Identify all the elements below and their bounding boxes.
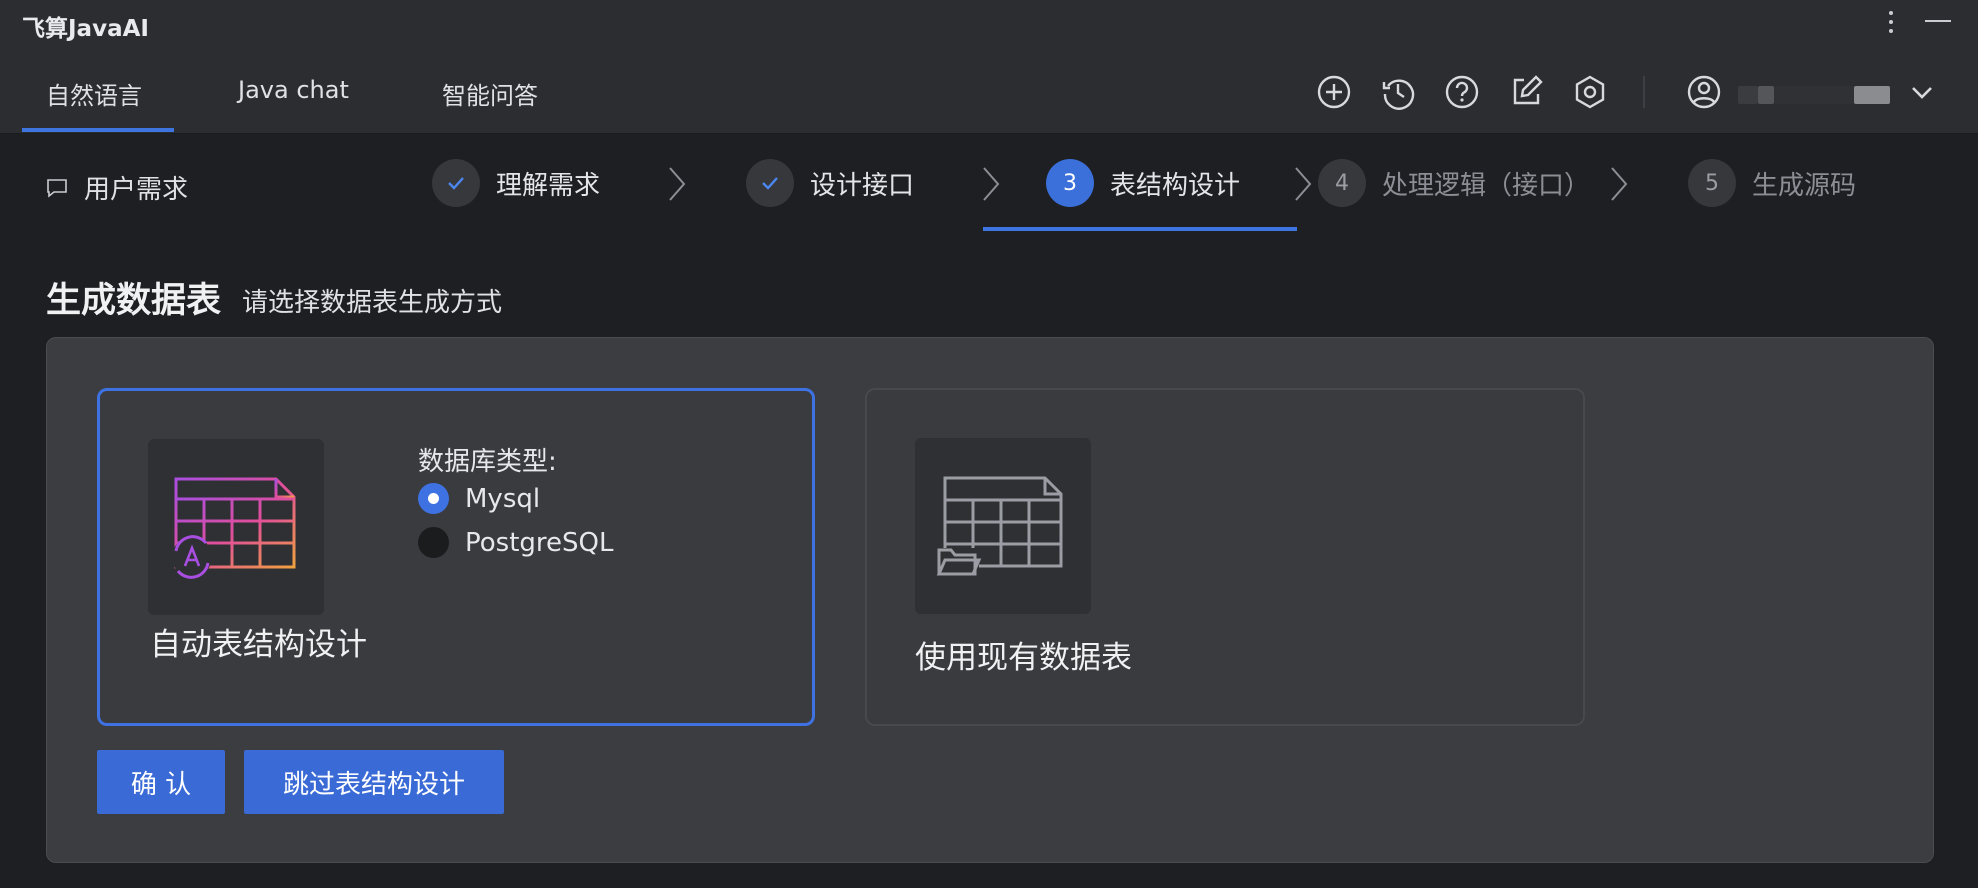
tab-java-chat[interactable]: Java chat	[238, 76, 349, 104]
db-type-label: 数据库类型:	[418, 447, 557, 477]
step-user-label: 用户需求	[84, 175, 189, 205]
step-label: 处理逻辑（接口）	[1382, 170, 1591, 201]
step-generate-source[interactable]: 5 生成源码	[1688, 158, 1856, 208]
check-icon	[432, 159, 480, 207]
redacted-username	[1854, 86, 1890, 104]
step-table-design[interactable]: 3 表结构设计	[1046, 158, 1240, 208]
radio-button[interactable]	[418, 527, 449, 558]
tab-natural-language[interactable]: 自然语言	[46, 76, 142, 111]
minimize-icon[interactable]	[1925, 20, 1951, 22]
skip-table-design-button[interactable]: 跳过表结构设计	[244, 750, 504, 814]
active-step-indicator	[983, 227, 1297, 231]
step-user-requirement[interactable]: 用户需求	[46, 169, 188, 206]
step-progress-bar: 用户需求 理解需求 设计接口 3 表结构设计 4 处理逻辑（接口） 5 生成源码	[0, 134, 1978, 234]
add-icon[interactable]	[1316, 74, 1352, 110]
tab-bar: 自然语言 Java chat 智能问答	[0, 46, 1978, 134]
step-process-logic[interactable]: 4 处理逻辑（接口）	[1318, 158, 1590, 208]
radio-postgresql[interactable]: PostgreSQL	[418, 527, 613, 558]
existing-card-title: 使用现有数据表	[915, 640, 1132, 676]
chevron-right-icon	[669, 167, 686, 201]
step-label: 生成源码	[1752, 170, 1857, 201]
check-icon	[746, 159, 794, 207]
section-subtitle: 请选择数据表生成方式	[242, 288, 503, 318]
chevron-right-icon	[1611, 167, 1628, 201]
chevron-right-icon	[1295, 167, 1312, 201]
step-label: 表结构设计	[1110, 170, 1241, 201]
existing-table-card[interactable]: 使用现有数据表	[865, 388, 1585, 726]
chevron-right-icon	[983, 167, 1000, 201]
settings-icon[interactable]	[1572, 74, 1608, 110]
step-number: 5	[1688, 159, 1736, 207]
title-bar: 飞算JavaAI	[0, 0, 1978, 46]
redacted-username	[1738, 86, 1758, 104]
more-options-icon[interactable]	[1880, 6, 1902, 40]
radio-button[interactable]	[418, 483, 449, 514]
confirm-button[interactable]: 确 认	[97, 750, 225, 814]
auto-table-design-icon	[148, 439, 324, 615]
radio-mysql[interactable]: Mysql	[418, 483, 540, 514]
toolbar-divider	[1643, 76, 1645, 108]
app-title: 飞算JavaAI	[22, 16, 149, 42]
step-label: 理解需求	[496, 170, 601, 201]
edit-icon[interactable]	[1508, 74, 1544, 110]
auto-card-title: 自动表结构设计	[150, 627, 367, 663]
step-design-interface[interactable]: 设计接口	[746, 158, 914, 208]
radio-label: Mysql	[465, 483, 541, 514]
step-label: 设计接口	[810, 170, 915, 201]
chevron-down-icon[interactable]	[1904, 74, 1940, 110]
active-tab-indicator	[22, 128, 174, 132]
redacted-username	[1758, 86, 1774, 104]
radio-label: PostgreSQL	[465, 527, 614, 558]
auto-table-design-card[interactable]: 自动表结构设计 数据库类型: Mysql PostgreSQL	[97, 388, 815, 726]
user-icon[interactable]	[1686, 74, 1722, 110]
comment-icon	[47, 178, 67, 198]
table-generation-panel: 自动表结构设计 数据库类型: Mysql PostgreSQL 使用现有数据表 …	[46, 337, 1934, 863]
tab-smart-qa[interactable]: 智能问答	[442, 76, 538, 111]
help-icon[interactable]	[1444, 74, 1480, 110]
history-icon[interactable]	[1380, 74, 1416, 110]
section-title: 生成数据表	[46, 281, 222, 321]
step-understand[interactable]: 理解需求	[432, 158, 600, 208]
step-number: 3	[1046, 159, 1094, 207]
redacted-username	[1774, 86, 1854, 104]
existing-table-icon	[915, 438, 1091, 614]
step-number: 4	[1318, 159, 1366, 207]
